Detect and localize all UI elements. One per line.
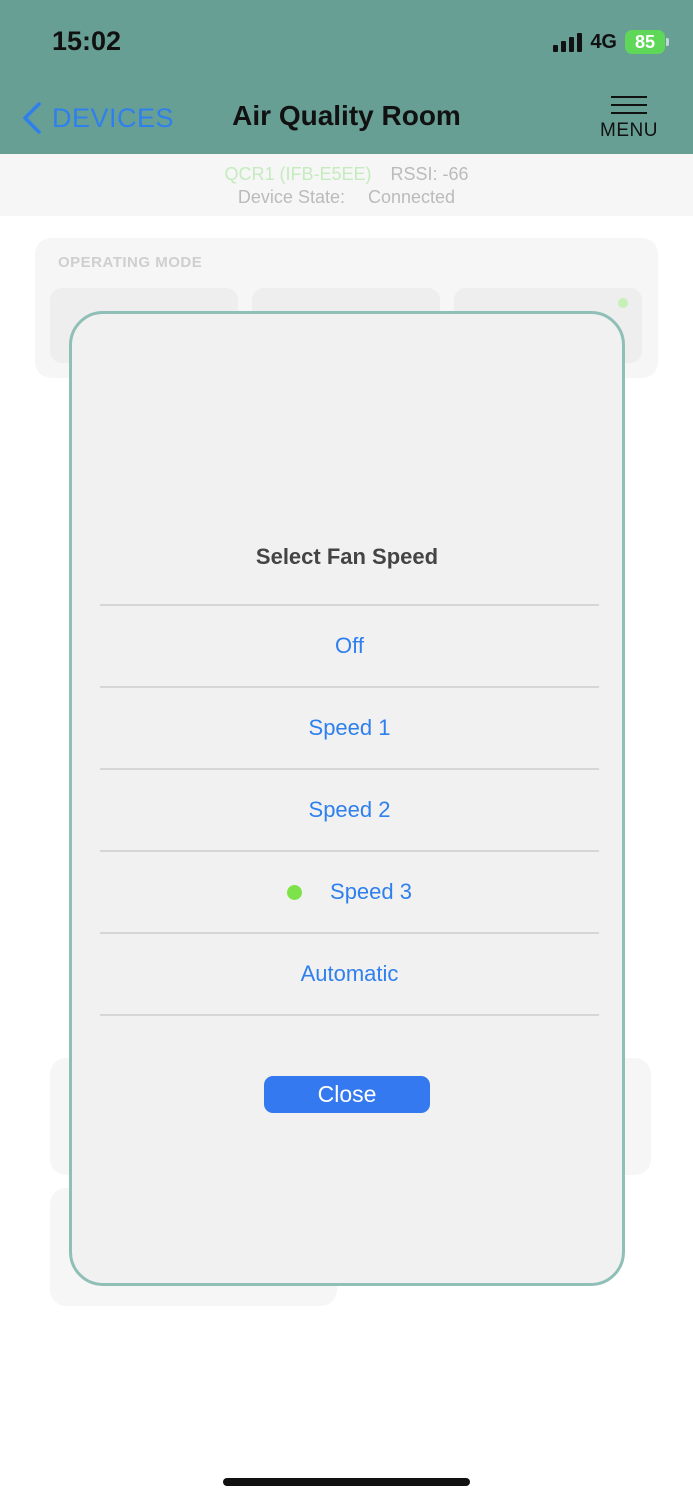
device-state-line: Device State: Connected bbox=[0, 187, 693, 208]
close-button[interactable]: Close bbox=[264, 1076, 430, 1113]
option-label: Speed 3 bbox=[330, 879, 412, 904]
selected-indicator-icon bbox=[287, 884, 303, 900]
signal-icon bbox=[553, 32, 583, 52]
menu-button[interactable]: MENU bbox=[599, 96, 659, 142]
page-title: Air Quality Room bbox=[232, 100, 461, 131]
option-label: Off bbox=[335, 633, 364, 658]
network-label: 4G bbox=[590, 30, 617, 53]
fan-speed-dialog: Select Fan Speed Off Speed 1 Speed 2 Spe… bbox=[69, 311, 625, 1286]
device-state-value: Connected bbox=[368, 187, 456, 207]
device-identity-line: QCR1 (IFB-E5EE) RSSI: -66 bbox=[0, 164, 693, 185]
device-state-label: Device State: bbox=[237, 187, 345, 207]
fan-speed-option-speed-3[interactable]: Speed 3 bbox=[100, 852, 599, 934]
home-indicator[interactable] bbox=[223, 1478, 470, 1486]
rssi-label: RSSI: -66 bbox=[390, 164, 469, 184]
battery-level: 85 bbox=[634, 31, 656, 52]
option-label: Automatic bbox=[300, 961, 399, 986]
operating-mode-label: OPERATING MODE bbox=[58, 254, 203, 271]
option-label: Speed 1 bbox=[308, 715, 391, 740]
hamburger-icon bbox=[611, 96, 647, 114]
status-time: 15:02 bbox=[52, 26, 122, 56]
fan-speed-option-off[interactable]: Off bbox=[100, 606, 599, 688]
status-icons: 4G 85 bbox=[553, 28, 669, 56]
fan-speed-option-speed-2[interactable]: Speed 2 bbox=[100, 770, 599, 852]
device-info: QCR1 (IFB-E5EE) RSSI: -66 Device State: … bbox=[0, 154, 693, 216]
option-label: Speed 2 bbox=[308, 797, 391, 822]
fan-speed-options: Off Speed 1 Speed 2 Speed 3 Automatic bbox=[100, 604, 599, 1016]
fan-speed-option-automatic[interactable]: Automatic bbox=[100, 934, 599, 1016]
app-header: 15:02 4G 85 DEVICES Air Quality Room MEN… bbox=[0, 0, 693, 154]
device-name: QCR1 (IFB-E5EE) bbox=[224, 164, 372, 184]
menu-label: MENU bbox=[600, 120, 658, 141]
fan-speed-option-speed-1[interactable]: Speed 1 bbox=[100, 688, 599, 770]
mode-active-indicator bbox=[618, 298, 628, 308]
dialog-title: Select Fan Speed bbox=[255, 544, 439, 569]
battery-icon: 85 bbox=[625, 30, 669, 54]
